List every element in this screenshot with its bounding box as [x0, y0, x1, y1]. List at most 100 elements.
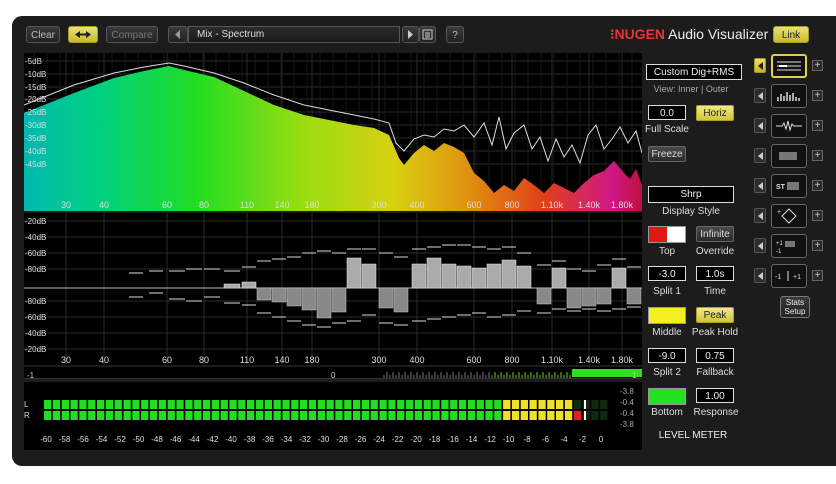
bottom-color-swatch[interactable] [648, 388, 686, 405]
meter-segment [344, 411, 352, 420]
display-style-label: Display Style [662, 206, 720, 217]
view-toggle-7[interactable] [754, 238, 766, 253]
meter-segment [114, 400, 122, 409]
svg-text:-1: -1 [775, 274, 781, 281]
band-bar-top [426, 257, 442, 289]
meter-segment [282, 400, 290, 409]
middle-color-swatch[interactable] [648, 307, 686, 324]
meter-scale-label: -2 [579, 435, 587, 444]
meter-scale-label: -42 [207, 435, 219, 444]
freq-scale-label: 180 [304, 200, 319, 210]
meter-segment [406, 411, 414, 420]
meter-segment [335, 411, 343, 420]
band-bar-top [456, 265, 472, 289]
meter-scale-label: -4 [560, 435, 568, 444]
waveform-view-icon[interactable] [771, 114, 807, 138]
peak-button[interactable]: Peak [696, 307, 734, 323]
view-toggle-3[interactable] [754, 118, 766, 133]
meter-segment [229, 400, 237, 409]
meter-scale-label: -54 [96, 435, 108, 444]
diamond-view-icon[interactable]: + [771, 204, 807, 228]
fallback-field[interactable]: 0.75 [696, 348, 734, 363]
stereo-view-icon[interactable]: ST [771, 174, 807, 198]
meter-segment [423, 400, 431, 409]
help-button[interactable]: ? [446, 26, 464, 43]
meter-segment [379, 411, 387, 420]
mode-selector[interactable]: Custom Dig+RMS [646, 64, 742, 80]
meter-scale-label: -32 [299, 435, 311, 444]
lines-view-icon[interactable] [771, 54, 807, 78]
preset-list-button[interactable] [419, 26, 436, 43]
meter-scale-label: -40 [225, 435, 237, 444]
meter-segment [123, 411, 131, 420]
band-bar-top [441, 263, 457, 289]
display-style-field[interactable]: Shrp [648, 186, 734, 203]
swap-button[interactable] [68, 26, 98, 43]
meter-segment [573, 400, 581, 409]
freq-scale-label: 110 [240, 200, 254, 210]
add-view-5-button[interactable]: + [812, 180, 823, 191]
link-button[interactable]: Link [773, 26, 809, 43]
view-toggle-5[interactable] [754, 178, 766, 193]
meter-segment [458, 400, 467, 409]
clear-button[interactable]: Clear [26, 26, 60, 43]
view-toggle[interactable]: View: Inner | Outer [646, 84, 736, 94]
spectrum-view-icon[interactable] [771, 84, 807, 108]
meter-segment [520, 411, 528, 420]
freeze-button[interactable]: Freeze [648, 146, 686, 162]
infinite-button[interactable]: Infinite [696, 226, 734, 242]
add-view-7-button[interactable]: + [812, 240, 823, 251]
balance-view-icon[interactable]: -1 +1 [771, 264, 807, 288]
view-toggle-4[interactable] [754, 148, 766, 163]
meter-segment [511, 411, 520, 420]
add-view-3-button[interactable]: + [812, 120, 823, 131]
compare-button[interactable]: Compare [106, 26, 158, 43]
view-toggle-8[interactable] [754, 268, 766, 283]
view-toggle-6[interactable] [754, 208, 766, 223]
horiz-button[interactable]: Horiz [696, 105, 734, 121]
preset-next-button[interactable] [402, 26, 419, 43]
meter-segment [149, 400, 158, 409]
top-color-swatch[interactable] [648, 226, 686, 243]
add-view-8-button[interactable]: + [812, 270, 823, 281]
arrow-left-icon [758, 182, 763, 190]
meter-segment [211, 411, 219, 420]
meter-segment [547, 411, 555, 420]
preset-prev-button[interactable] [168, 26, 188, 43]
preset-field[interactable]: Mix - Spectrum [188, 26, 400, 43]
full-scale-field[interactable]: 0.0 [648, 105, 686, 120]
db-scale-label: -15dB [25, 83, 46, 92]
band-bar-top [241, 281, 257, 289]
add-view-4-button[interactable]: + [812, 150, 823, 161]
view-toggle-2[interactable] [754, 88, 766, 103]
meter-segment [185, 400, 193, 409]
list-icon [422, 29, 433, 40]
meter-right-label: R [24, 411, 30, 420]
meter-segment [335, 400, 343, 409]
meter-segment [52, 411, 61, 420]
meter-view-icon[interactable] [771, 144, 807, 168]
svg-text:+: + [777, 209, 781, 216]
response-field[interactable]: 1.00 [696, 388, 734, 403]
meter-segment [379, 400, 387, 409]
band-bar-bottom [581, 287, 597, 307]
meter-segment [61, 411, 69, 420]
split1-field[interactable]: -3.0 [648, 266, 686, 281]
meter-segment [388, 411, 396, 420]
meter-segment [600, 411, 608, 420]
meter-segment [547, 400, 555, 409]
stats-setup-button[interactable]: Stats Setup [780, 296, 810, 318]
db-scale-label: -25dB [25, 108, 46, 117]
time-field[interactable]: 1.0s [696, 266, 734, 281]
add-view-1-button[interactable]: + [812, 60, 823, 71]
correlation-view-icon[interactable]: +1 -1 [771, 234, 807, 258]
band-bar-top [516, 265, 532, 289]
split2-field[interactable]: -9.0 [648, 348, 686, 363]
add-view-6-button[interactable]: + [812, 210, 823, 221]
add-view-2-button[interactable]: + [812, 90, 823, 101]
meter-segment [176, 411, 184, 420]
view-toggle-1[interactable] [754, 58, 766, 73]
meter-readouts: -3.8 -0.4 -0.4 -3.8 [620, 387, 634, 429]
db-scale-label: -60dB [25, 313, 46, 322]
freq-scale-label: 800 [504, 200, 519, 210]
